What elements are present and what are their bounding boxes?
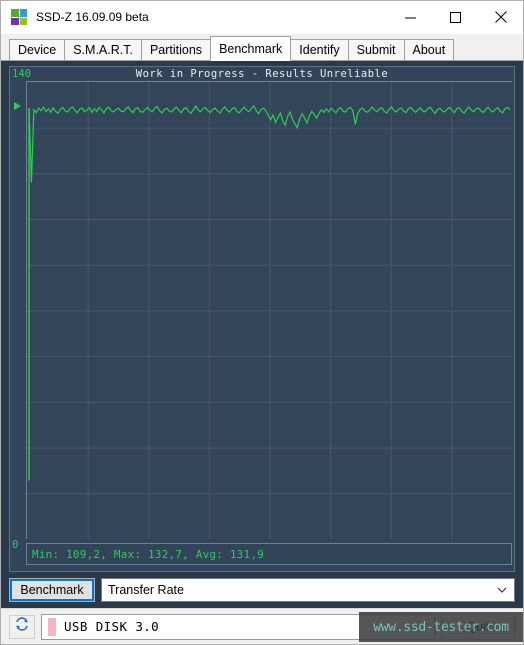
status-bar: USB DISK 3.0 Quit www.ssd-tester.com [1, 608, 523, 644]
benchmark-panel: Work in Progress - Results Unreliable 14… [1, 61, 523, 608]
tab-device[interactable]: Device [9, 39, 66, 61]
position-marker-icon [14, 102, 21, 110]
drive-select[interactable]: USB DISK 3.0 [41, 613, 435, 640]
benchmark-chart: Work in Progress - Results Unreliable 14… [9, 66, 515, 572]
quit-button[interactable]: Quit [441, 613, 515, 640]
app-logo-tile-4 [19, 17, 27, 25]
y-axis-max-label: 140 [12, 68, 31, 80]
benchmark-mode-select[interactable]: Transfer Rate [101, 578, 515, 602]
window-title: SSD-Z 16.09.09 beta [36, 10, 149, 24]
benchmark-mode-value: Transfer Rate [108, 583, 184, 597]
refresh-button[interactable] [9, 614, 35, 639]
chart-title: Work in Progress - Results Unreliable [135, 68, 389, 80]
drive-name-value: USB DISK 3.0 [64, 619, 160, 634]
y-axis-min-label: 0 [12, 539, 19, 551]
tab-submit[interactable]: Submit [347, 39, 405, 61]
tab-smart[interactable]: S.M.A.R.T. [64, 39, 142, 61]
app-logo-icon [11, 9, 27, 25]
chart-stats: Min: 109,2, Max: 132,7, Avg: 131,9 [26, 543, 512, 565]
refresh-icon [14, 616, 30, 637]
maximize-button[interactable] [433, 1, 478, 33]
chevron-down-icon [496, 584, 508, 596]
tab-identify[interactable]: Identify [290, 39, 349, 61]
tab-partitions[interactable]: Partitions [140, 39, 212, 61]
app-window: SSD-Z 16.09.09 beta Device S.M.A.R.T. Pa… [0, 0, 524, 645]
drive-color-swatch [48, 617, 56, 636]
chart-plot-area[interactable] [26, 81, 512, 539]
tab-about[interactable]: About [403, 39, 455, 61]
chart-canvas [27, 82, 512, 539]
tab-benchmark[interactable]: Benchmark [210, 36, 292, 61]
tab-bar: Device S.M.A.R.T. Partitions Benchmark I… [1, 34, 523, 61]
window-controls [388, 1, 523, 33]
title-bar: SSD-Z 16.09.09 beta [1, 1, 523, 34]
minimize-button[interactable] [388, 1, 433, 33]
app-logo-tile-1 [11, 9, 19, 17]
run-benchmark-button[interactable]: Benchmark [9, 578, 95, 602]
app-logo-tile-2 [19, 9, 27, 17]
close-button[interactable] [478, 1, 523, 33]
benchmark-controls: Benchmark Transfer Rate [1, 572, 523, 608]
app-logo-tile-3 [11, 17, 19, 25]
